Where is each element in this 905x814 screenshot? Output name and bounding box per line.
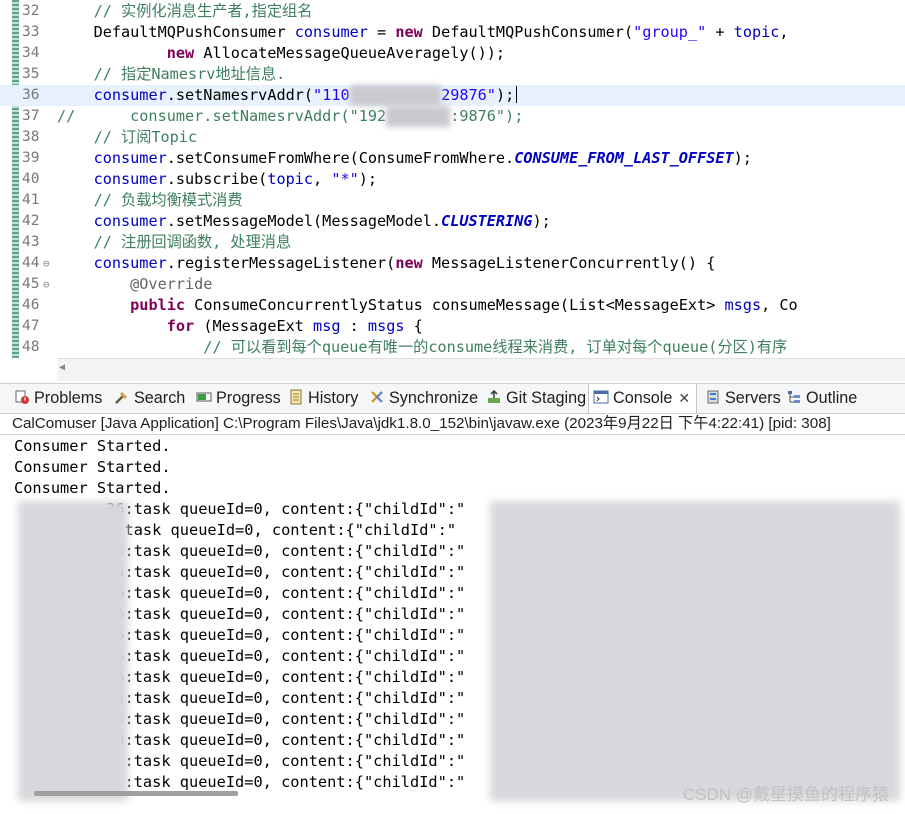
servers-icon bbox=[705, 386, 721, 404]
console-output[interactable]: Consumer Started. Consumer Started. Consum… bbox=[0, 434, 905, 814]
code-text: new AllocateMessageQueueAveragely()); bbox=[166, 44, 506, 62]
tab-label: Problems bbox=[34, 389, 103, 407]
tab-label: Git Staging bbox=[506, 389, 587, 407]
redacted-region bbox=[18, 501, 128, 801]
code-text: // 注册回调函数, 处理消息 bbox=[57, 233, 292, 251]
console-icon bbox=[593, 386, 609, 404]
code-text: // 指定Namesrv地址信息. bbox=[57, 65, 286, 83]
tab-label: Progress bbox=[216, 389, 281, 407]
code-line[interactable]: 42 consumer.setMessageModel(MessageModel… bbox=[0, 211, 905, 232]
console-line: Consumer Started. bbox=[14, 458, 171, 476]
problems-icon bbox=[14, 386, 30, 404]
progress-icon bbox=[196, 386, 212, 402]
tab-servers[interactable]: Servers bbox=[705, 384, 781, 413]
code-text: consumer.setConsumeFromWhere(ConsumeFrom… bbox=[93, 149, 752, 167]
tab-label: Servers bbox=[725, 389, 781, 407]
scroll-left-icon[interactable]: ◀ bbox=[59, 362, 65, 373]
code-line[interactable]: 47 for (MessageExt msg : msgs { bbox=[0, 316, 905, 337]
line-number: 43 bbox=[22, 234, 40, 250]
code-line[interactable]: 43 // 注册回调函数, 处理消息 bbox=[0, 232, 905, 253]
code-text: consumer.setNamesrvAddr("110 29876"); bbox=[57, 85, 518, 106]
line-number: 35 bbox=[22, 66, 40, 82]
console-process-label: CalComuser [Java Application] C:\Program… bbox=[12, 415, 831, 432]
tab-git-staging[interactable]: Git Staging bbox=[486, 384, 586, 413]
synchronize-icon bbox=[369, 386, 385, 403]
text-caret bbox=[516, 86, 518, 103]
line-number: 33 bbox=[22, 24, 40, 40]
code-text: consumer.subscribe(topic, "*"); bbox=[93, 170, 378, 188]
code-text: @Override bbox=[57, 275, 213, 293]
code-line[interactable]: 44 ⊖ consumer.registerMessageListener(new… bbox=[0, 253, 905, 274]
tab-search[interactable]: Search bbox=[114, 384, 185, 413]
line-number: 47 bbox=[22, 318, 40, 334]
line-number: 36 bbox=[22, 87, 40, 103]
code-line[interactable]: 46 public ConsumeConcurrentlyStatus cons… bbox=[0, 295, 905, 316]
tab-synchronize[interactable]: Synchronize bbox=[369, 384, 478, 413]
view-tab-bar: Problems Search Progress History Synchronize… bbox=[0, 383, 905, 414]
line-number: 40 bbox=[22, 171, 40, 187]
tab-history[interactable]: History bbox=[288, 384, 358, 413]
code-line[interactable]: 48 // 可以看到每个queue有唯一的consume线程来消费, 订单对每个… bbox=[0, 337, 905, 358]
code-text: consumer.registerMessageListener(new Mes… bbox=[93, 254, 716, 272]
code-line[interactable]: 37 // consumer.setNamesrvAddr("192 :9876"… bbox=[0, 106, 905, 127]
fold-collapse-icon[interactable]: ⊖ bbox=[43, 274, 50, 295]
line-number: 46 bbox=[22, 297, 40, 313]
history-icon bbox=[288, 386, 304, 405]
line-number: 32 bbox=[22, 3, 40, 19]
code-line[interactable]: 38 // 订阅Topic bbox=[0, 127, 905, 148]
code-text: // 订阅Topic bbox=[57, 128, 198, 146]
line-number: 38 bbox=[22, 129, 40, 145]
close-icon[interactable]: ✕ bbox=[678, 390, 690, 406]
code-text: // 可以看到每个queue有唯一的consume线程来消费, 订单对每个que… bbox=[57, 338, 788, 356]
code-text: // 负载均衡模式消费 bbox=[57, 191, 243, 209]
line-number: 42 bbox=[22, 213, 40, 229]
code-line[interactable]: 39 consumer.setConsumeFromWhere(ConsumeF… bbox=[0, 148, 905, 169]
line-number: 34 bbox=[22, 45, 40, 61]
tab-label: Console bbox=[613, 389, 673, 407]
code-line[interactable]: 36 consumer.setNamesrvAddr("110 29876"); bbox=[0, 85, 905, 106]
fold-collapse-icon[interactable]: ⊖ bbox=[43, 253, 50, 274]
code-text: public ConsumeConcurrentlyStatus consume… bbox=[130, 296, 798, 314]
code-line[interactable]: 41 // 负载均衡模式消费 bbox=[0, 190, 905, 211]
console-line: Consumer Started. bbox=[14, 479, 171, 497]
editor-horizontal-scrollbar[interactable]: ◀ bbox=[57, 358, 905, 381]
code-text: for (MessageExt msg : msgs { bbox=[166, 317, 423, 335]
tab-label: Search bbox=[134, 389, 186, 407]
code-text: // consumer.setNamesrvAddr("192 :9876"); bbox=[57, 106, 524, 127]
line-number: 39 bbox=[22, 150, 40, 166]
outline-icon bbox=[786, 386, 802, 403]
code-line[interactable]: 40 consumer.subscribe(topic, "*"); bbox=[0, 169, 905, 190]
tab-problems[interactable]: Problems bbox=[14, 384, 102, 413]
tab-label: History bbox=[308, 389, 359, 407]
tab-label: Synchronize bbox=[389, 389, 479, 407]
git-staging-icon bbox=[486, 386, 502, 403]
code-text: DefaultMQPushConsumer consumer = new Def… bbox=[57, 23, 798, 41]
watermark-text: CSDN @戴星摸鱼的程序猿 bbox=[682, 785, 889, 804]
code-text: consumer.setMessageModel(MessageModel.CL… bbox=[93, 212, 551, 230]
code-line[interactable]: 32 // 实例化消息生产者,指定组名 bbox=[0, 1, 905, 22]
code-text: // 实例化消息生产者,指定组名 bbox=[57, 2, 313, 20]
tab-console[interactable]: Console ✕ bbox=[588, 384, 698, 413]
code-editor[interactable]: 32 // 实例化消息生产者,指定组名 33 DefaultMQPushConsu… bbox=[0, 0, 905, 358]
search-icon bbox=[114, 386, 130, 404]
code-line[interactable]: 35 // 指定Namesrv地址信息. bbox=[0, 64, 905, 85]
line-number: 41 bbox=[22, 192, 40, 208]
code-line[interactable]: 33 DefaultMQPushConsumer consumer = new … bbox=[0, 22, 905, 43]
console-line: Consumer Started. bbox=[14, 437, 171, 455]
tab-outline[interactable]: Outline bbox=[786, 384, 857, 413]
tab-progress[interactable]: Progress bbox=[196, 384, 281, 413]
tab-label: Outline bbox=[806, 389, 858, 407]
code-line[interactable]: 34 new AllocateMessageQueueAveragely()); bbox=[0, 43, 905, 64]
console-horizontal-scrollbar[interactable] bbox=[34, 791, 238, 796]
code-line[interactable]: 45 ⊖ @Override bbox=[0, 274, 905, 295]
line-number: 37 bbox=[22, 108, 40, 124]
line-number: 48 bbox=[22, 339, 40, 355]
redacted-region bbox=[490, 501, 900, 801]
